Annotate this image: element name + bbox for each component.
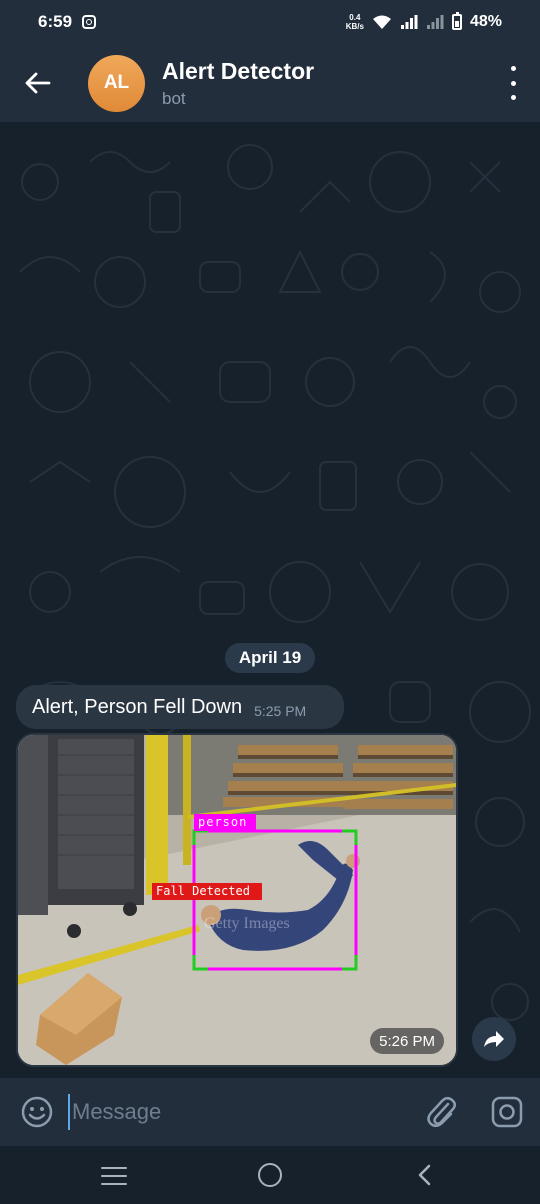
back-arrow-icon	[25, 72, 51, 94]
battery-icon	[451, 12, 462, 30]
fall-detection-photo	[18, 735, 456, 1065]
message-input[interactable]	[68, 1094, 398, 1130]
dot-icon	[510, 66, 516, 71]
photo-message[interactable]: person Fall Detected Getty Images 5:26 P…	[16, 733, 458, 1067]
network-speed: 0.4 KB/s	[346, 13, 364, 31]
message-input-bar	[0, 1078, 540, 1146]
instagram-notification-icon	[82, 15, 97, 29]
signal-icon	[400, 15, 418, 29]
camera-button[interactable]	[490, 1095, 524, 1129]
chat-info[interactable]: Alert Detector bot	[162, 58, 314, 109]
recent-apps-button[interactable]	[101, 1167, 127, 1185]
chat-title: Alert Detector	[162, 57, 315, 84]
menu-line-icon	[101, 1174, 127, 1178]
forward-button[interactable]	[472, 1017, 516, 1061]
date-separator: April 19	[225, 643, 315, 673]
status-indicators: 0.4 KB/s 48%	[346, 0, 502, 44]
battery-percent: 48%	[469, 13, 502, 30]
signal-secondary-icon	[426, 15, 444, 29]
wifi-icon	[372, 15, 391, 29]
message-time: 5:25 PM	[254, 703, 307, 719]
message-bubble[interactable]: Alert, Person Fell Down 5:25 PM	[16, 685, 344, 729]
chat-header: AL Alert Detector bot	[0, 44, 540, 122]
chat-area[interactable]: April 19 Alert, Person Fell Down 5:25 PM	[0, 122, 540, 1078]
message-text: Alert, Person Fell Down	[32, 695, 243, 718]
dot-icon	[510, 95, 516, 100]
more-options-button[interactable]	[506, 66, 520, 100]
status-bar: 6:59 0.4 KB/s 48%	[0, 0, 540, 44]
emoji-button[interactable]	[20, 1095, 54, 1129]
network-speed-unit: KB/s	[345, 22, 364, 31]
detection-label-fall: Fall Detected	[156, 884, 250, 898]
avatar[interactable]: AL	[88, 54, 145, 112]
chat-subtitle: bot	[162, 88, 186, 108]
photo-watermark: Getty Images	[204, 915, 290, 932]
share-arrow-icon	[484, 1031, 504, 1047]
detection-label-person: person	[198, 815, 248, 829]
menu-line-icon	[101, 1182, 127, 1185]
nav-back-button[interactable]	[414, 1164, 436, 1186]
attach-button[interactable]	[424, 1094, 458, 1130]
dot-icon	[510, 80, 516, 86]
network-speed-value: 0.4	[349, 13, 361, 22]
system-navigation-bar	[0, 1146, 540, 1204]
home-button[interactable]	[258, 1163, 282, 1187]
photo-time: 5:26 PM	[370, 1028, 444, 1054]
back-button[interactable]	[0, 44, 76, 122]
status-time: 6:59	[38, 12, 73, 31]
menu-line-icon	[101, 1167, 127, 1170]
